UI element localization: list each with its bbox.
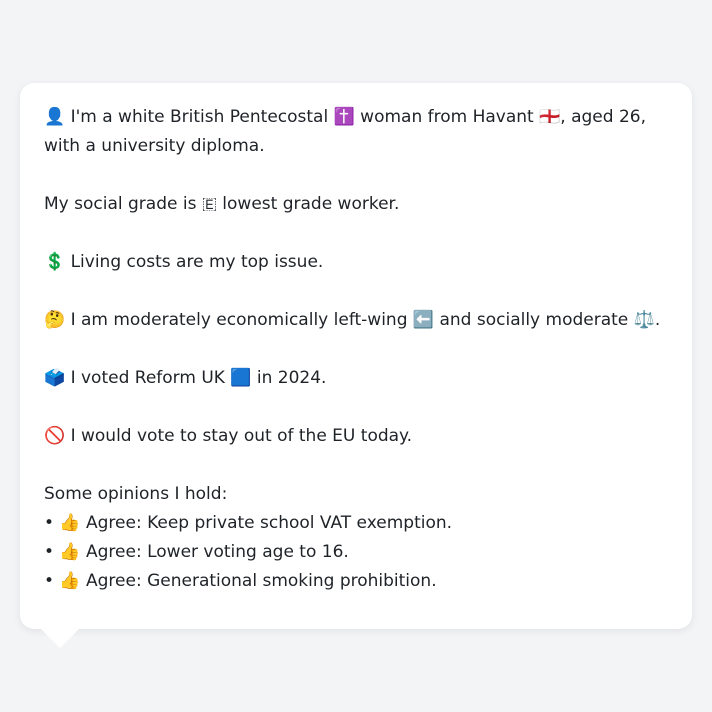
eu-vote-text: 🚫 I would vote to stay out of the EU tod… [44,426,413,446]
list-item: • 👍 Agree: Keep private school VAT exemp… [44,513,453,533]
intro-text: 👤 I'm a white British Pentecostal ✝️ wom… [44,107,646,156]
opinions-list: Some opinions I hold: • 👍 Agree: Keep pr… [44,480,668,596]
bubble-tail [40,628,80,648]
ideology-text: 🤔 I am moderately economically left-wing… [44,310,661,330]
list-item: • 👍 Agree: Generational smoking prohibit… [44,571,437,591]
opinions-heading: Some opinions I hold: [44,484,228,504]
list-item: • 👍 Agree: Lower voting age to 16. [44,542,349,562]
vote-2024-text: 🗳️ I voted Reform UK 🟦 in 2024. [44,368,327,388]
message-bubble: 👤 I'm a white British Pentecostal ✝️ wom… [20,83,692,629]
top-issue-text: 💲 Living costs are my top issue. [44,252,324,272]
social-grade-text: My social grade is 🇪 lowest grade worker… [44,194,400,214]
